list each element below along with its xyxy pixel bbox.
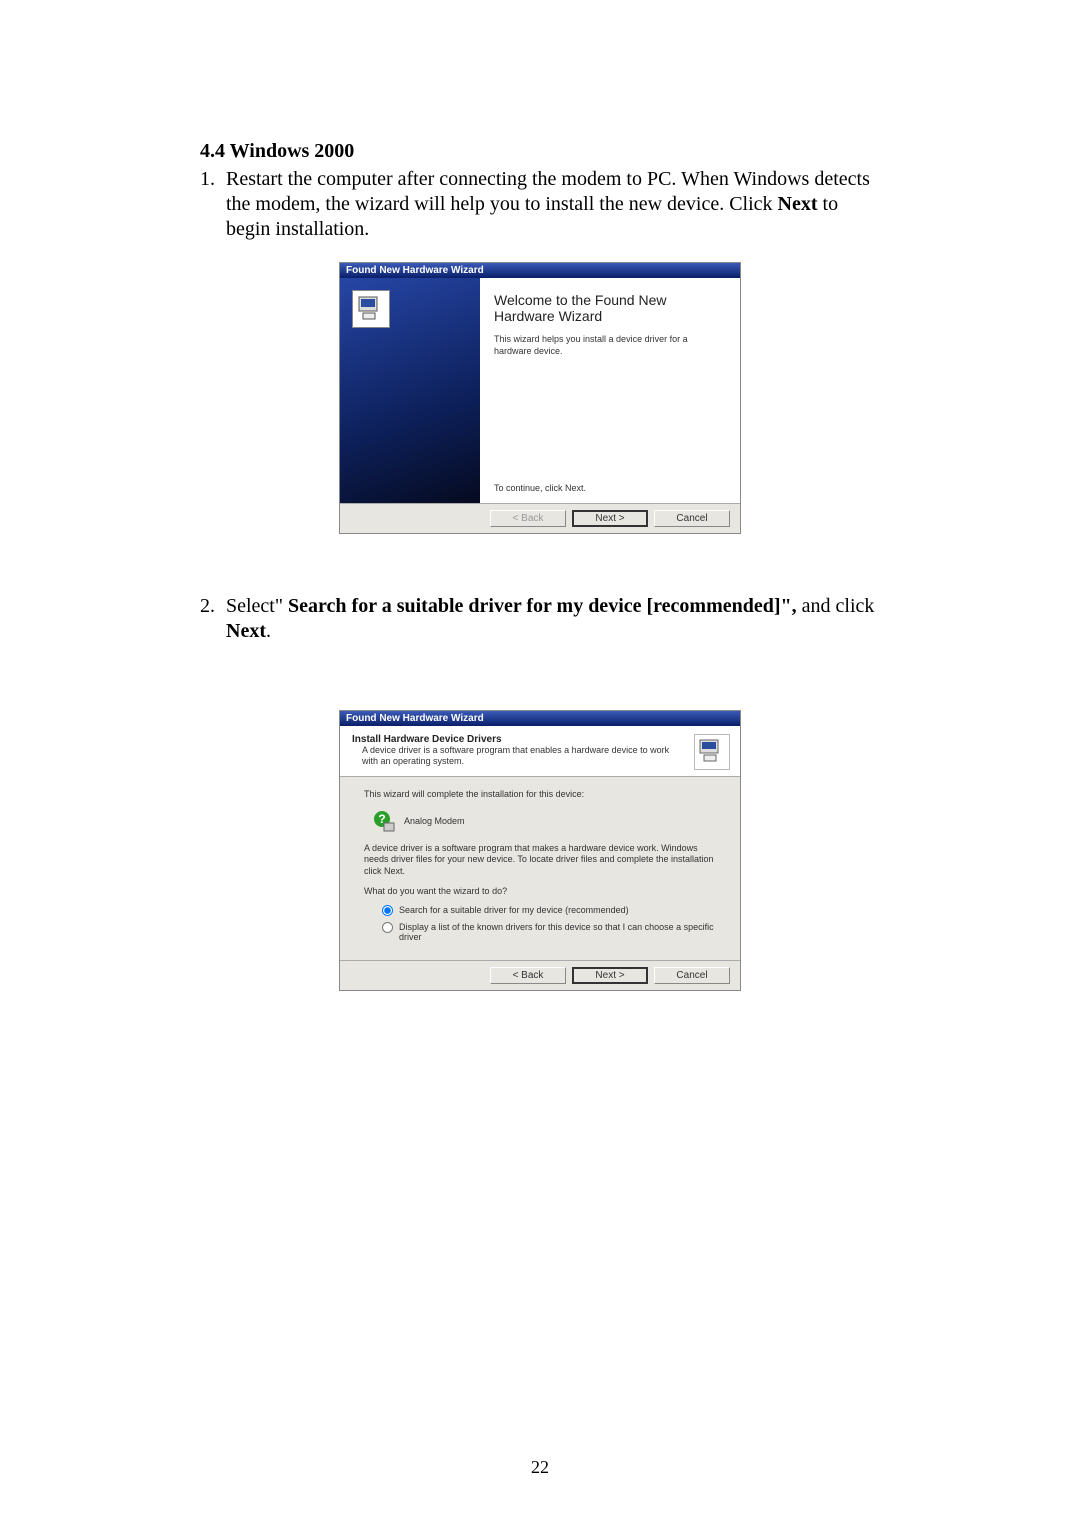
wizard2-opt1-label: Search for a suitable driver for my devi… <box>399 905 716 915</box>
step-1-number: 1. <box>200 167 226 242</box>
wizard2-button-bar: < Back Next > Cancel <box>340 960 740 990</box>
computer-icon <box>352 290 390 328</box>
step-1-pre: Restart the computer after connecting th… <box>226 168 870 215</box>
next-button[interactable]: Next > <box>572 510 648 527</box>
wizard2-heading: Install Hardware Device Drivers <box>352 734 686 745</box>
wizard2-option-search[interactable]: Search for a suitable driver for my devi… <box>364 905 716 916</box>
wizard-welcome: Found New Hardware Wizard Welcome to the… <box>339 262 741 534</box>
step-2-number: 2. <box>200 594 226 644</box>
wizard2-option-list[interactable]: Display a list of the known drivers for … <box>364 922 716 942</box>
wizard2-subheading: A device driver is a software program th… <box>352 745 686 768</box>
wizard1-heading: Welcome to the Found New Hardware Wizard <box>494 292 726 324</box>
step-2-pre: Select" <box>226 595 288 617</box>
wizard1-continue: To continue, click Next. <box>494 483 726 493</box>
step-1-text: Restart the computer after connecting th… <box>226 167 880 242</box>
wizard1-titlebar: Found New Hardware Wizard <box>340 263 740 278</box>
step-2-post: . <box>266 620 271 642</box>
step-2-mid: and click <box>802 595 875 617</box>
wizard2-line1: This wizard will complete the installati… <box>364 789 716 801</box>
wizard2-device-name: Analog Modem <box>404 816 465 826</box>
wizard2-titlebar: Found New Hardware Wizard <box>340 711 740 726</box>
computer-icon <box>694 734 730 770</box>
step-2-bold1: Search for a suitable driver for my devi… <box>288 595 802 617</box>
radio-search[interactable] <box>382 905 393 916</box>
back-button: < Back <box>490 510 566 527</box>
page-number: 22 <box>0 1457 1080 1478</box>
next-button[interactable]: Next > <box>572 967 648 984</box>
cancel-button[interactable]: Cancel <box>654 510 730 527</box>
step-1-bold: Next <box>778 193 818 215</box>
wizard2-device: ? Analog Modem <box>364 809 716 833</box>
radio-list[interactable] <box>382 922 393 933</box>
step-2: 2. Select" Search for a suitable driver … <box>200 594 880 644</box>
wizard-install-drivers: Found New Hardware Wizard Install Hardwa… <box>339 710 741 991</box>
question-device-icon: ? <box>372 809 396 833</box>
back-button[interactable]: < Back <box>490 967 566 984</box>
step-2-bold2: Next <box>226 620 266 642</box>
wizard1-button-bar: < Back Next > Cancel <box>340 503 740 533</box>
wizard2-opt2-label: Display a list of the known drivers for … <box>399 922 716 942</box>
step-2-text: Select" Search for a suitable driver for… <box>226 594 880 644</box>
wizard2-line2: A device driver is a software program th… <box>364 843 716 878</box>
step-1: 1. Restart the computer after connecting… <box>200 167 880 242</box>
wizard2-question: What do you want the wizard to do? <box>364 886 716 898</box>
wizard1-side-image <box>340 278 480 503</box>
cancel-button[interactable]: Cancel <box>654 967 730 984</box>
wizard1-desc: This wizard helps you install a device d… <box>494 334 726 357</box>
section-heading: 4.4 Windows 2000 <box>200 140 880 163</box>
